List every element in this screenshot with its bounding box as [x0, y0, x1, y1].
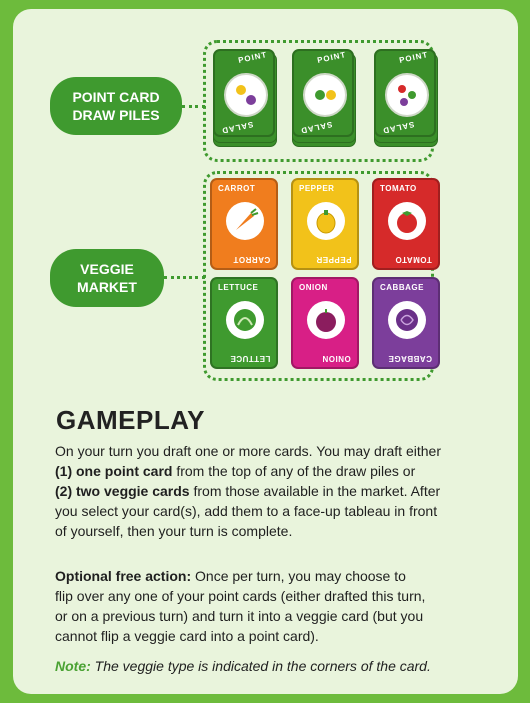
veggie-card-lettuce[interactable]: LETTUCE LETTUCE — [210, 277, 278, 369]
connector-dots — [182, 105, 205, 108]
note-paragraph: Note: The veggie type is indicated in th… — [55, 658, 431, 674]
point-card-title: POINT — [315, 50, 347, 65]
point-card-title: POINT — [236, 50, 268, 65]
carrot-icon — [226, 202, 264, 240]
point-draw-pile-1[interactable]: POINT SALAD — [213, 49, 277, 147]
gameplay-paragraph: On your turn you draft one or more cards… — [55, 443, 441, 539]
point-draw-pile-3[interactable]: POINT SALAD — [374, 49, 438, 147]
pepper-icon — [307, 202, 345, 240]
veggie-card-tomato[interactable]: TOMATO TOMATO — [372, 178, 440, 270]
point-draw-pile-2[interactable]: POINT SALAD — [292, 49, 356, 147]
cabbage-icon — [388, 301, 426, 339]
point-card-footer: SALAD — [220, 119, 255, 136]
salad-plate-icon — [303, 73, 347, 117]
tomato-icon — [388, 202, 426, 240]
salad-plate-icon — [385, 73, 429, 117]
lettuce-icon — [226, 301, 264, 339]
salad-plate-icon — [224, 73, 268, 117]
veggie-market-label: VEGGIE MARKET — [50, 249, 164, 307]
veggie-card-cabbage[interactable]: CABBAGE CABBAGE — [372, 277, 440, 369]
gameplay-heading: GAMEPLAY — [56, 405, 205, 435]
onion-icon — [307, 301, 345, 339]
connector-dots — [164, 276, 205, 279]
veggie-card-carrot[interactable]: CARROT CARROT — [210, 178, 278, 270]
veggie-card-pepper[interactable]: PEPPER PEPPER — [291, 178, 359, 270]
point-card-draw-piles-label: POINT CARD DRAW PILES — [50, 77, 182, 135]
point-card-footer: SALAD — [381, 119, 416, 136]
veggie-card-onion[interactable]: ONION ONION — [291, 277, 359, 369]
optional-action-paragraph: Optional free action: Once per turn, you… — [55, 568, 426, 644]
point-card-footer: SALAD — [299, 119, 334, 136]
point-card-title: POINT — [397, 50, 429, 65]
